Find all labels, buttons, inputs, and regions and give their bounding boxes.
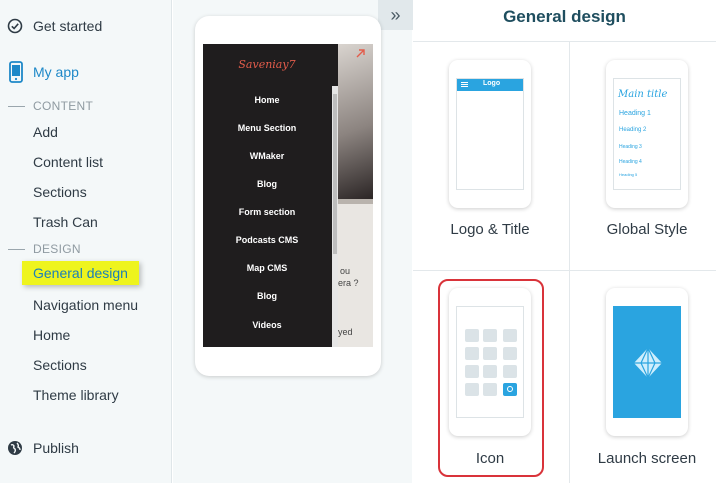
panel-title: General design xyxy=(413,0,716,42)
sidebar-item-add[interactable]: Add xyxy=(33,124,58,140)
menu-scrollbar-thumb[interactable] xyxy=(333,94,337,254)
background-content: ou era ? yed xyxy=(338,204,373,347)
icon-card-highlight xyxy=(438,279,544,477)
my-app-label: My app xyxy=(33,64,79,80)
publish-label: Publish xyxy=(33,440,79,456)
preview-heading: Heading 5 xyxy=(619,172,638,177)
sidebar-item-design-sections[interactable]: Sections xyxy=(33,357,87,373)
preview-heading: Heading 3 xyxy=(619,144,642,150)
sidebar-item-content-list[interactable]: Content list xyxy=(33,154,103,170)
smartphone-icon xyxy=(7,61,25,83)
sidebar-item-general-design[interactable]: General design xyxy=(22,261,139,285)
get-started-label: Get started xyxy=(33,18,103,34)
grid-divider xyxy=(413,270,716,271)
global-style-label: Global Style xyxy=(606,221,688,238)
logo-title-preview: Logo xyxy=(456,78,524,190)
phone-screen: ou era ? yed Saveniay7 Home Menu Section… xyxy=(203,44,373,347)
collapse-button[interactable]: » xyxy=(378,0,413,30)
menu-item[interactable]: Blog xyxy=(203,291,331,301)
icon-label: Icon xyxy=(475,450,505,467)
globe-icon xyxy=(6,439,24,457)
sidebar-item-sections[interactable]: Sections xyxy=(33,184,87,200)
menu-item[interactable]: Podcasts CMS xyxy=(203,235,331,245)
menu-item[interactable]: Map CMS xyxy=(203,263,331,273)
sidebar-item-trash-can[interactable]: Trash Can xyxy=(33,214,98,230)
menu-item[interactable]: WMaker xyxy=(203,151,331,161)
menu-item[interactable]: Blog xyxy=(203,179,331,189)
photo-text: yed xyxy=(338,327,353,337)
logo-title-label: Logo & Title xyxy=(450,221,530,238)
logo-title-card[interactable]: Logo xyxy=(449,60,531,208)
menu-item[interactable]: Menu Section xyxy=(203,123,331,133)
launch-screen-card[interactable] xyxy=(606,288,688,436)
content-section-header: CONTENT xyxy=(8,98,93,114)
preview-header-bar: Logo xyxy=(457,79,523,91)
preview-main-title: Main title xyxy=(618,89,668,100)
link-icon xyxy=(356,49,365,58)
global-style-card[interactable]: Main title Heading 1 Heading 2 Heading 3… xyxy=(606,60,688,208)
diamond-logo-icon xyxy=(634,347,662,379)
hamburger-icon xyxy=(461,82,468,83)
preview-logo-text: Logo xyxy=(483,80,501,87)
double-chevron-right-icon: » xyxy=(390,4,401,25)
grid-divider xyxy=(569,42,570,483)
sidebar-item-navigation-menu[interactable]: Navigation menu xyxy=(33,297,138,313)
launch-screen-label: Launch screen xyxy=(597,450,697,467)
photo-text: ou xyxy=(340,266,351,276)
design-section-header: DESIGN xyxy=(8,241,81,257)
launch-screen-preview xyxy=(613,306,681,418)
global-style-preview: Main title Heading 1 Heading 2 Heading 3… xyxy=(613,78,681,190)
sidebar-item-home[interactable]: Home xyxy=(33,327,70,343)
brand-title: Saveniay7 xyxy=(238,58,296,71)
check-circle-icon xyxy=(6,17,24,35)
menu-item[interactable]: Home xyxy=(203,95,331,105)
preview-heading: Heading 1 xyxy=(619,110,651,117)
background-photo xyxy=(338,44,373,199)
sidebar-item-theme-library[interactable]: Theme library xyxy=(33,387,119,403)
navigation-menu-preview: Saveniay7 Home Menu Section WMaker Blog … xyxy=(203,44,338,347)
photo-text: era ? xyxy=(338,278,359,288)
menu-item[interactable]: Form section xyxy=(203,207,331,217)
preview-heading: Heading 2 xyxy=(619,127,647,133)
menu-item[interactable]: Videos xyxy=(203,320,331,330)
preview-heading: Heading 4 xyxy=(619,159,642,165)
sidebar: Get started My app CONTENT Add Content l… xyxy=(0,0,172,483)
